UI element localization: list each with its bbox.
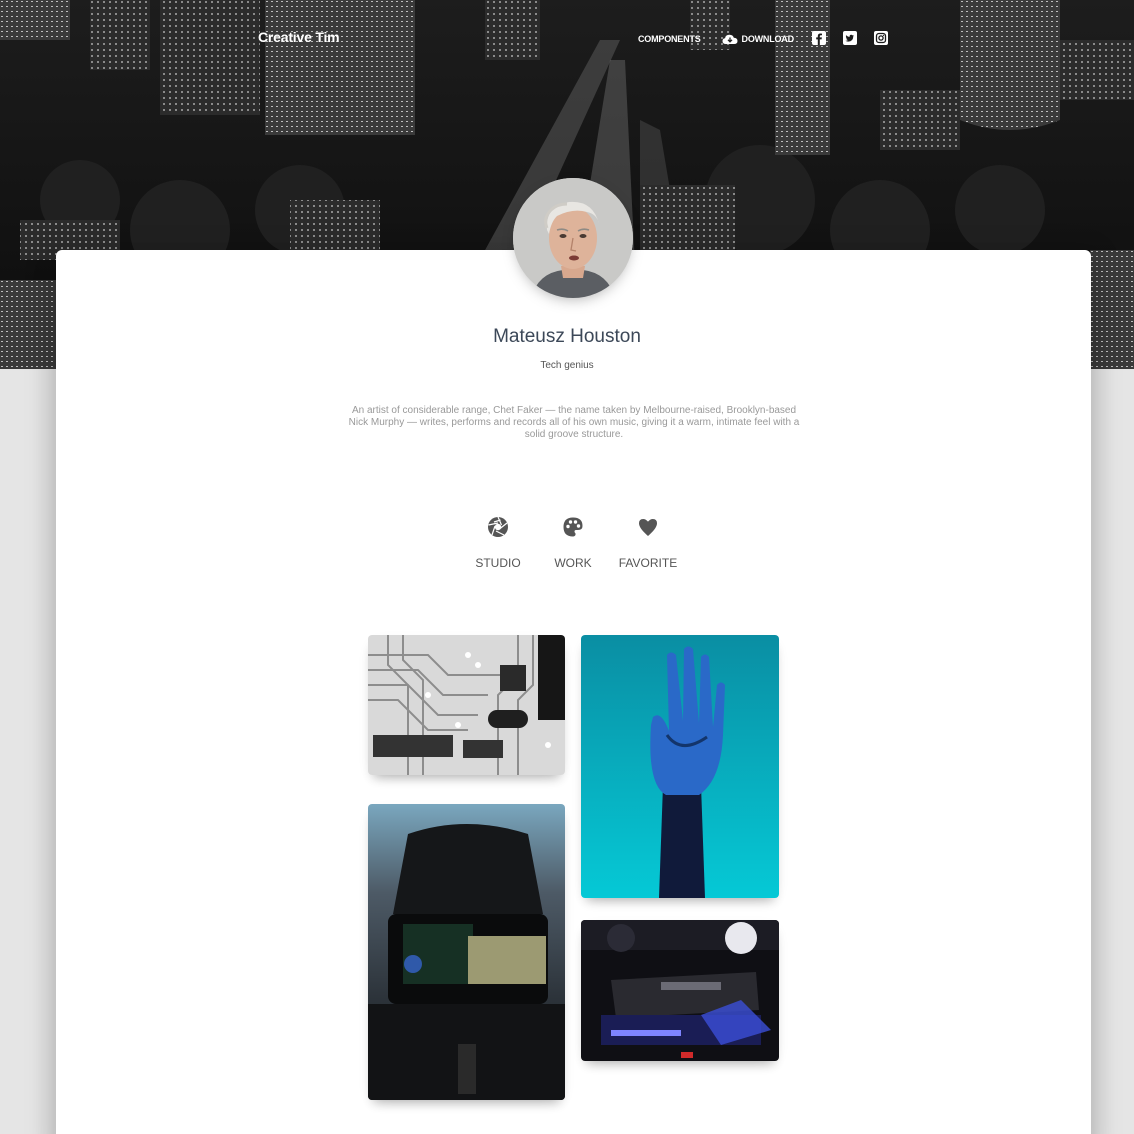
profile-name: Mateusz Houston xyxy=(493,326,641,347)
nav-link-label: Download xyxy=(741,34,795,44)
nav-link-label: Components xyxy=(638,34,701,44)
cloud-download-icon xyxy=(722,34,738,44)
instagram-link[interactable] xyxy=(874,31,888,45)
tab-favorite[interactable]: Favorite xyxy=(613,516,683,570)
camera-aperture-icon xyxy=(488,516,508,537)
facebook-square-icon xyxy=(812,31,826,45)
tab-label: Studio xyxy=(475,556,521,570)
instagram-icon xyxy=(874,31,888,45)
profile-description: An artist of considerable range, Chet Fa… xyxy=(348,405,800,440)
person-portrait-image xyxy=(513,178,633,298)
cockpit-image[interactable] xyxy=(368,804,565,1100)
tab-work[interactable]: Work xyxy=(538,516,608,570)
twitter-square-icon xyxy=(843,31,857,45)
avatar xyxy=(513,178,633,298)
brand-logo[interactable]: Creative Tim xyxy=(258,29,340,45)
palette-icon xyxy=(563,517,583,537)
circuit-board-image[interactable] xyxy=(368,635,565,775)
navbar-links: Components Download xyxy=(638,31,794,47)
gpu-pc-image[interactable] xyxy=(581,920,779,1061)
profile-title: Tech genius xyxy=(540,360,594,371)
twitter-link[interactable] xyxy=(843,31,857,45)
facebook-link[interactable] xyxy=(812,31,826,45)
profile-page: Creative Tim Components Download xyxy=(0,0,1134,1134)
nav-link-download[interactable]: Download xyxy=(722,31,794,47)
nav-link-components[interactable]: Components xyxy=(638,31,701,47)
heart-icon xyxy=(639,519,657,536)
tab-studio[interactable]: Studio xyxy=(463,516,533,570)
robot-hand-image[interactable] xyxy=(581,635,779,898)
tab-label: Favorite xyxy=(618,556,678,570)
tab-label: Work xyxy=(554,556,592,570)
profile-card xyxy=(56,250,1091,1134)
